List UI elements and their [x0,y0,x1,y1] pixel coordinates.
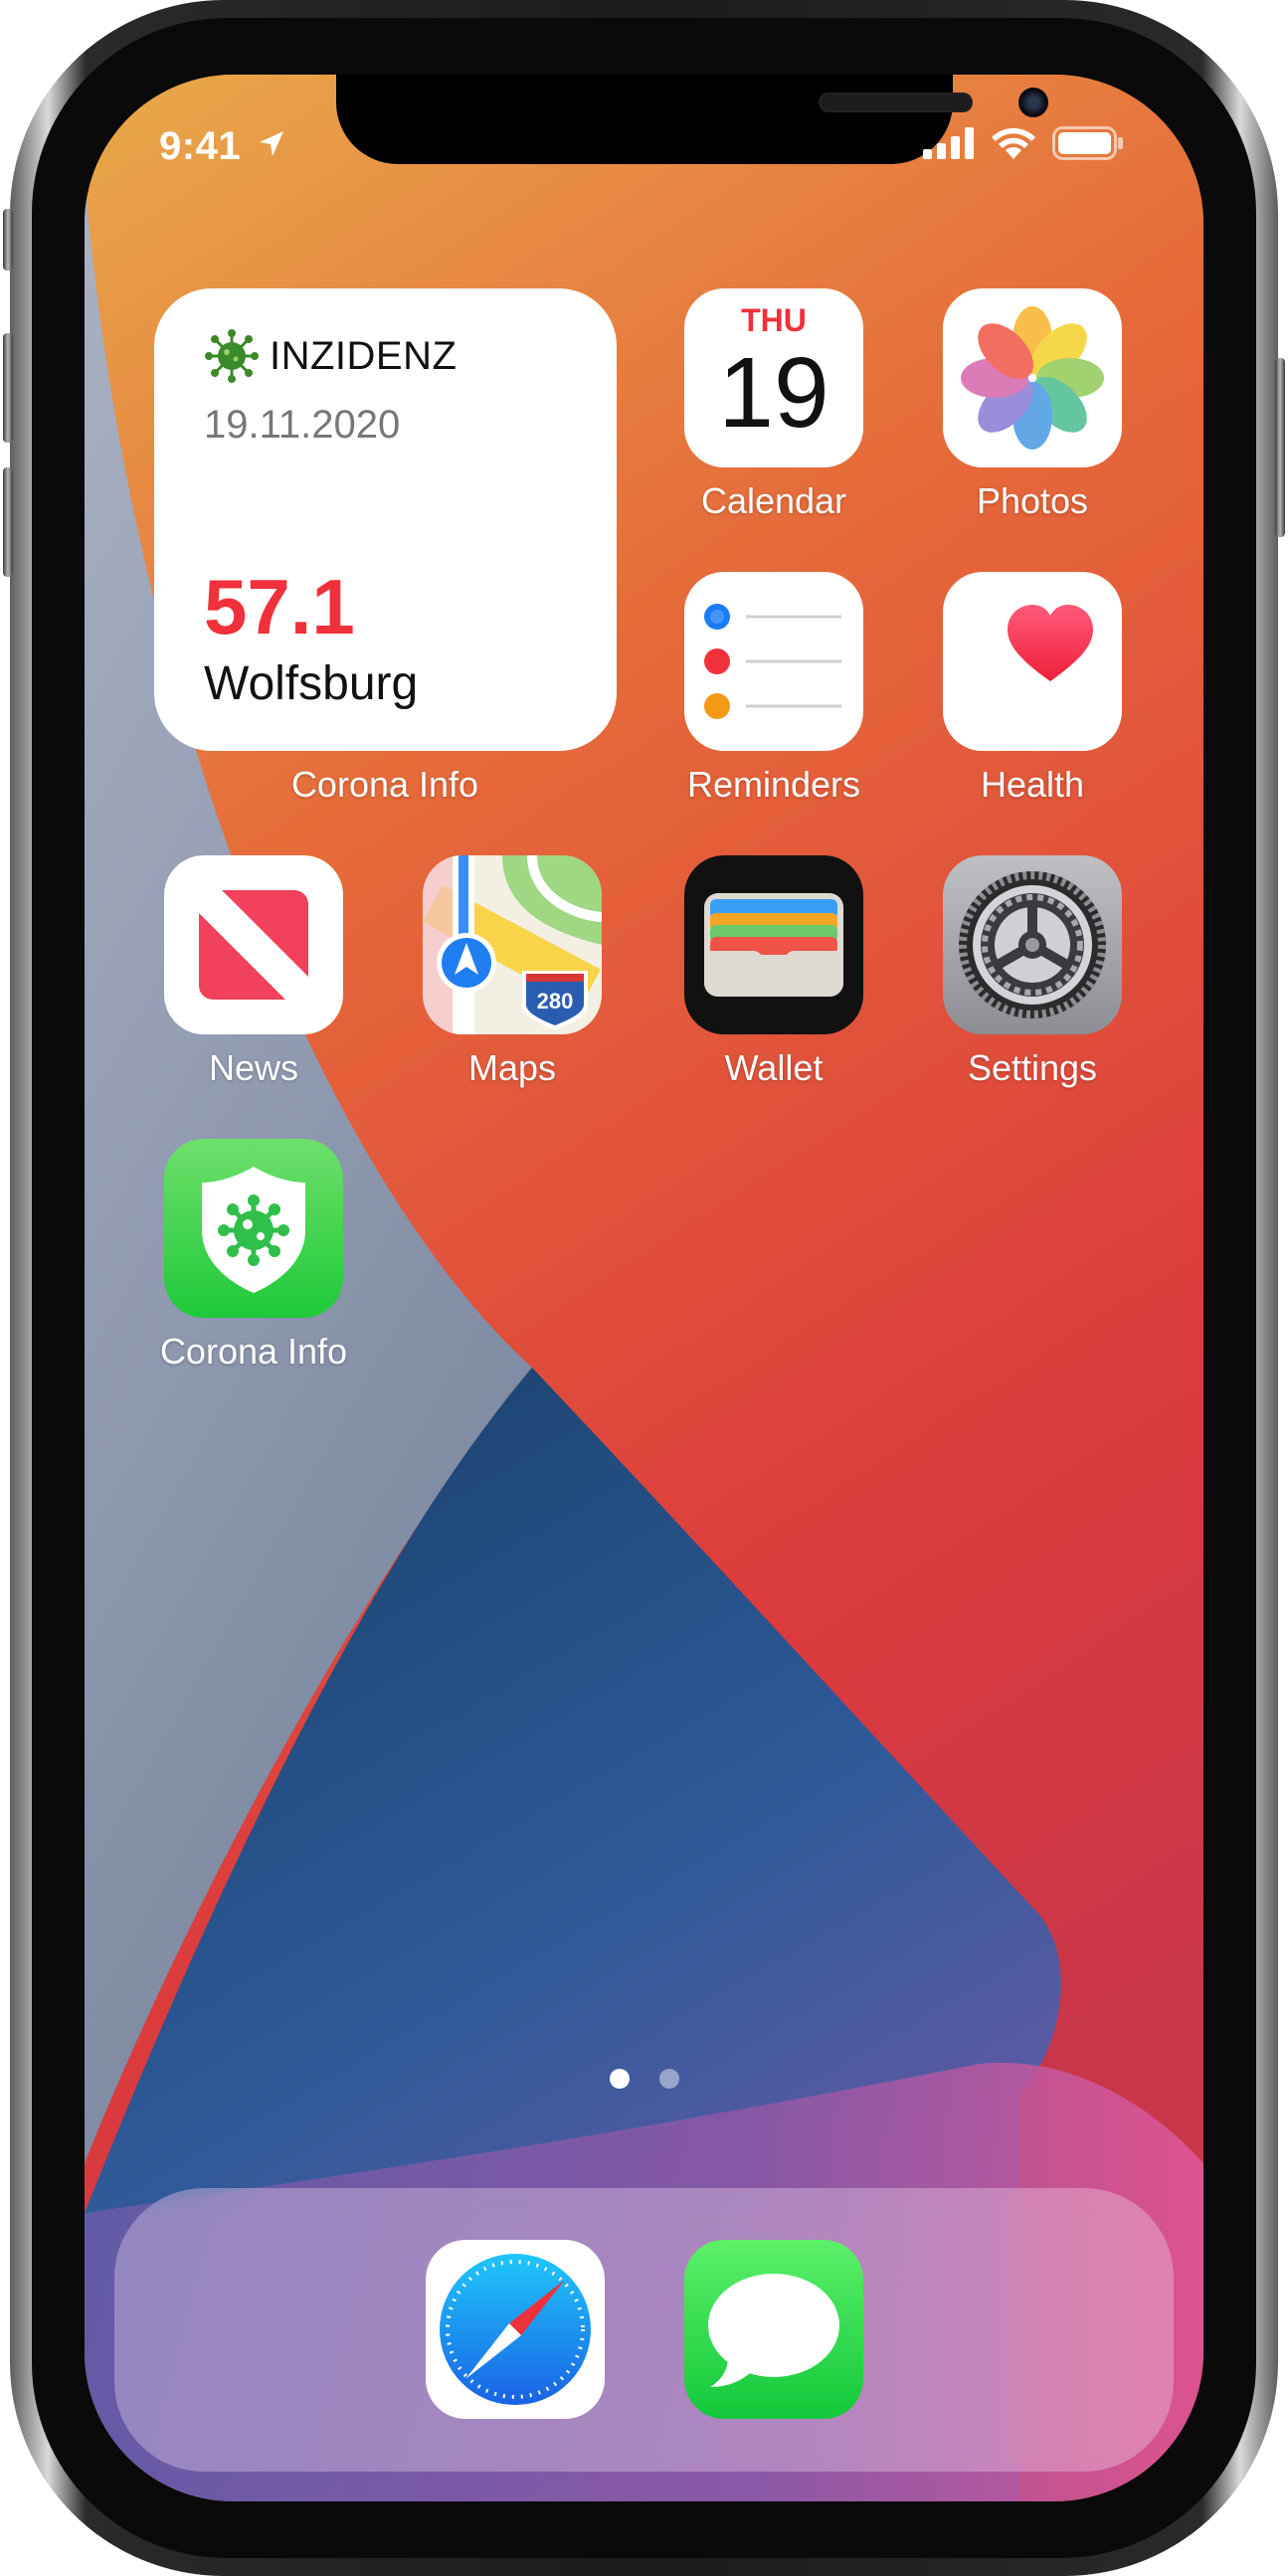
home-screen: 9:41 INZIDENZ 19.11.2020 57.1 Wolfsburg … [85,75,1203,2501]
calendar-app-icon[interactable]: THU 19 [684,288,863,467]
settings-app-icon[interactable] [943,855,1122,1034]
photos-flower-icon [961,306,1104,450]
reminders-app-icon[interactable] [684,572,863,751]
incidence-value: 57.1 [204,563,355,650]
calendar-day: 19 [718,337,829,449]
maps-icon: 280 [423,855,602,1034]
widget-app-label: Corona Info [290,764,479,805]
earpiece-speaker [819,92,973,112]
photos-app-icon[interactable] [943,288,1122,467]
corona-info-label: Corona Info [159,1331,348,1372]
settings-label: Settings [967,1047,1098,1088]
front-camera [1018,88,1048,117]
widget-title: INZIDENZ [270,333,458,378]
interstate-shield-number: 280 [537,989,574,1013]
wallet-cards-icon [704,893,843,997]
heart-icon [1008,605,1093,681]
shield-virus-icon [202,1167,305,1293]
news-label: News [208,1047,299,1088]
wifi-icon [992,127,1035,159]
calendar-weekday: THU [741,302,807,338]
iphone-frame: 9:41 INZIDENZ 19.11.2020 57.1 Wolfsburg … [0,0,1288,2576]
notch [336,75,1048,164]
maps-label: Maps [467,1047,557,1088]
volume-down-button [3,467,13,577]
battery-icon [1052,126,1123,160]
health-label: Health [980,764,1085,805]
photos-label: Photos [976,480,1089,521]
maps-app-icon[interactable]: 280 [423,855,602,1034]
calendar-label: Calendar [700,480,847,521]
news-logo-icon [199,890,308,1000]
health-app-icon[interactable] [943,572,1122,751]
news-app-icon[interactable] [164,855,343,1034]
virus-icon [205,329,259,383]
widget-header: INZIDENZ [204,328,457,384]
status-time: 9:41 [159,124,242,168]
location-arrow-icon [260,131,283,156]
incidence-widget[interactable]: INZIDENZ 19.11.2020 57.1 Wolfsburg [154,288,617,751]
widget-date: 19.11.2020 [204,403,401,447]
reminders-label: Reminders [686,764,861,805]
dock [114,2188,1174,2472]
silent-switch [3,209,13,271]
page-dot-active[interactable] [609,2069,630,2089]
page-dot[interactable] [658,2069,679,2089]
gear-icon [959,871,1106,1018]
wallet-app-icon[interactable] [684,855,863,1034]
city-name: Wolfsburg [204,657,419,710]
speech-bubble-icon [708,2274,839,2387]
corona-info-app-icon[interactable] [164,1139,343,1318]
volume-up-button [3,333,13,443]
page-indicator[interactable] [85,2069,1203,2089]
reminders-list-icon [704,604,841,719]
cellular-signal-icon [923,127,974,159]
wallet-label: Wallet [724,1047,824,1088]
messages-app-icon[interactable] [684,2240,863,2419]
side-button [1275,358,1285,537]
status-indicators [923,126,1124,160]
compass-icon [440,2254,591,2405]
safari-app-icon[interactable] [426,2240,605,2419]
